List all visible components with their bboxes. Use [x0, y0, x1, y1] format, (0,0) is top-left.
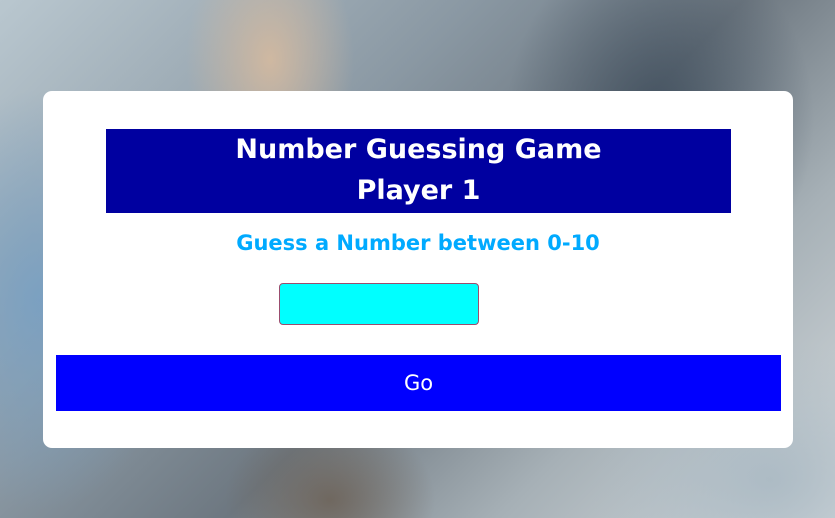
go-button[interactable]: Go: [56, 355, 781, 411]
title-banner: Number Guessing Game Player 1: [106, 129, 731, 213]
game-title: Number Guessing Game: [235, 134, 602, 165]
player-label: Player 1: [356, 175, 481, 206]
game-card: Number Guessing Game Player 1 Guess a Nu…: [43, 91, 793, 448]
guess-prompt: Guess a Number between 0-10: [236, 231, 600, 255]
guess-input[interactable]: [279, 283, 479, 325]
